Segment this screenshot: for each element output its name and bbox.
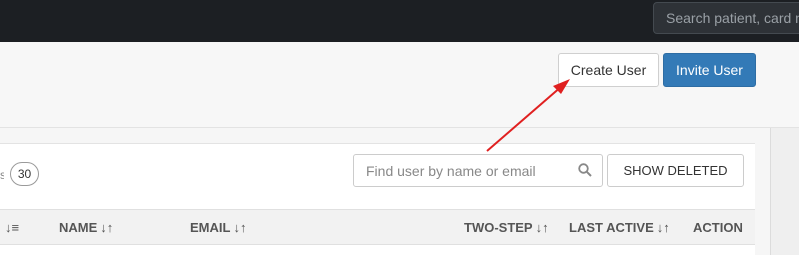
sort-icon[interactable]: ↓↑ [233, 220, 246, 235]
sort-icon[interactable]: ↓≡ [5, 220, 19, 235]
column-header-two-step[interactable]: TWO-STEP ↓↑ [464, 220, 549, 235]
left-edge-fragment: s [0, 168, 4, 182]
column-label-name: NAME [59, 220, 98, 235]
column-label-action: ACTION [693, 220, 743, 235]
user-count-badge: 30 [10, 162, 39, 186]
column-label-last-active: LAST ACTIVE [569, 220, 654, 235]
sort-icon[interactable]: ↓↑ [536, 220, 549, 235]
user-search-input[interactable] [354, 155, 574, 186]
search-icon[interactable] [578, 163, 592, 182]
global-search-box[interactable] [653, 2, 799, 34]
show-deleted-button[interactable]: SHOW DELETED [607, 154, 744, 187]
column-header-last-active[interactable]: LAST ACTIVE ↓↑ [569, 220, 670, 235]
column-header-sort[interactable]: ↓≡ [2, 220, 19, 235]
users-table-header: ↓≡ NAME ↓↑ EMAIL ↓↑ TWO-STEP ↓↑ LAST ACTIVE… [0, 209, 755, 245]
sort-icon[interactable]: ↓↑ [100, 220, 113, 235]
top-navbar [0, 0, 799, 42]
column-label-two-step: TWO-STEP [464, 220, 533, 235]
user-search-box[interactable] [353, 154, 603, 187]
column-header-email[interactable]: EMAIL ↓↑ [190, 220, 246, 235]
column-header-action: ACTION [693, 220, 743, 235]
sort-icon[interactable]: ↓↑ [657, 220, 670, 235]
global-search-input[interactable] [654, 3, 799, 33]
invite-user-button[interactable]: Invite User [663, 53, 756, 87]
column-label-email: EMAIL [190, 220, 231, 235]
create-user-button[interactable]: Create User [558, 53, 659, 87]
right-scroll-gutter [770, 128, 799, 255]
column-header-name[interactable]: NAME ↓↑ [59, 220, 113, 235]
